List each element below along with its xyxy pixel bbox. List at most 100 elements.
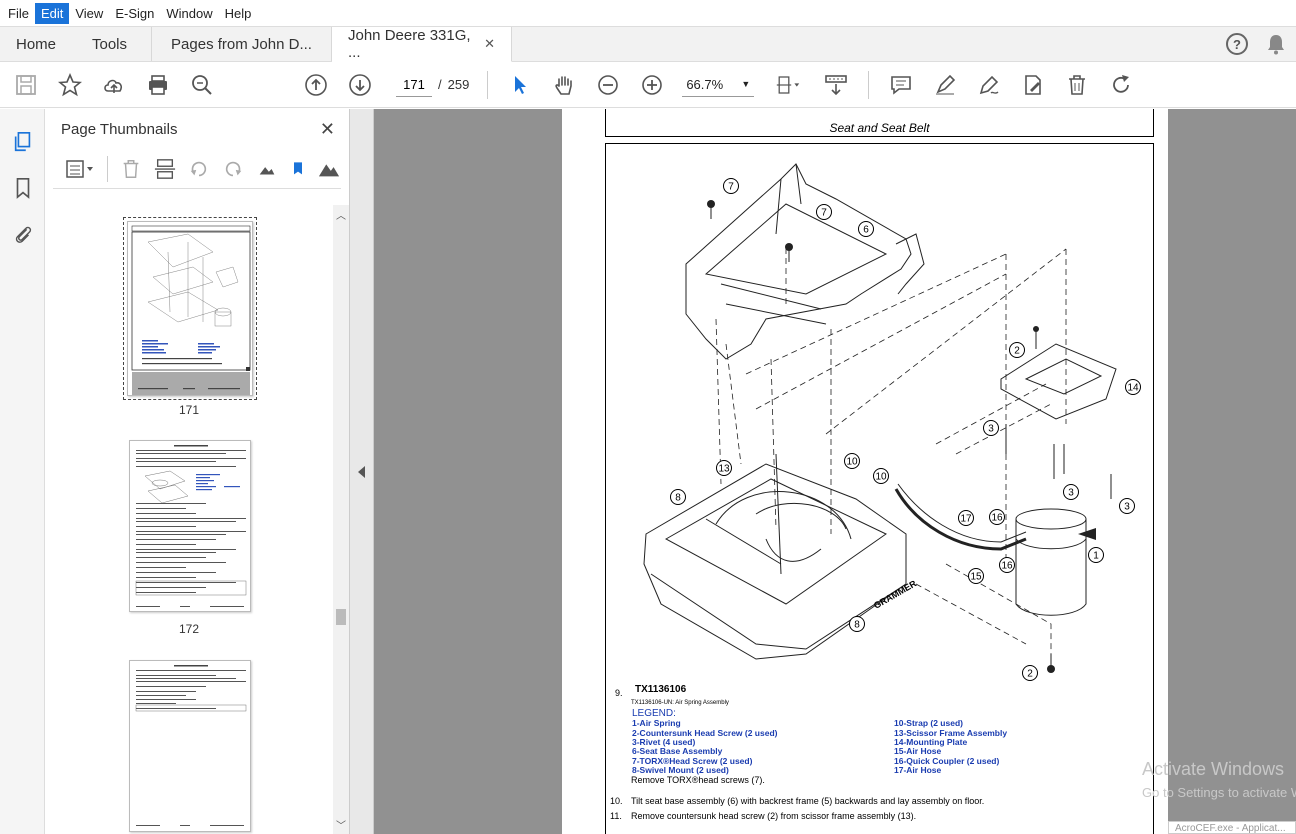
options-list-icon[interactable] [65,158,95,180]
rotate-left-icon[interactable] [188,158,210,180]
legend-item: 1-Air Spring [632,718,681,728]
thumbnail-label-171: 171 [178,403,200,417]
panel-toolbar [53,149,341,189]
redo-icon[interactable] [1103,67,1139,103]
highlight-pen-icon[interactable] [927,67,963,103]
document-view[interactable]: Seat and Seat Belt 7 7 6 2 14 3 13 10 10… [374,109,1296,834]
insert-page-icon[interactable] [154,158,176,180]
bookmark-icon[interactable] [0,165,45,211]
callout-2: 2 [1022,665,1038,681]
menu-file[interactable]: File [2,3,35,24]
scrollbar-thumb[interactable] [336,609,346,625]
svg-text:10: 10 [875,472,887,483]
menu-help[interactable]: Help [219,3,258,24]
thumbnail-page-173[interactable] [129,660,251,832]
next-page-icon[interactable] [342,67,378,103]
select-cursor-icon[interactable] [502,67,538,103]
edit-pdf-icon[interactable] [1015,67,1051,103]
bookmark-marker-icon[interactable] [290,158,306,180]
step-11-number: 11. [610,811,622,821]
zoom-out-icon[interactable] [590,67,626,103]
callout-3: 3 [1063,484,1079,500]
upload-cloud-icon[interactable] [96,67,132,103]
svg-text:14: 14 [1127,383,1139,394]
tab-tools[interactable]: Tools [76,27,152,61]
callout-17: 17 [958,510,974,526]
legend-item: 6-Seat Base Assembly [632,746,723,756]
tab-document-2-label: John Deere 331G, ... [348,27,471,61]
bell-icon[interactable] [1266,33,1286,55]
step-10-number: 10. [610,796,623,806]
callout-16: 16 [999,557,1015,573]
main-toolbar: / 259 66.7% ▼ [0,62,1296,108]
close-tab-icon[interactable]: ✕ [484,36,495,52]
attachment-icon[interactable] [0,211,45,257]
total-pages: 259 [447,77,470,92]
zoom-in-icon[interactable] [634,67,670,103]
delete-page-icon[interactable] [120,158,142,180]
svg-text:7: 7 [728,182,734,193]
activate-windows-subtext: Go to Settings to activate Windows. [1142,785,1296,800]
callout-16: 16 [989,509,1005,525]
thumbnail-page-172[interactable] [129,440,251,612]
menu-window[interactable]: Window [160,3,218,24]
page-thumbnails-panel: Page Thumbnails ✕ 171 172 ︿ ﹀ [45,109,350,834]
thumbnail-small-icon[interactable] [256,158,278,180]
air-spring-assembly-diagram: 7 7 6 2 14 3 13 10 10 8 3 3 17 16 1 15 16 8 2 GRAMMER [643,163,1141,681]
legend-item: 10-Strap (2 used) [894,718,963,728]
trash-icon[interactable] [1059,67,1095,103]
thumbnail-scrollbar[interactable]: ︿ ﹀ [333,205,349,834]
page-thumbnails-icon[interactable] [0,119,45,165]
step-10-text: Tilt seat base assembly (6) with backres… [631,796,985,806]
hand-tool-icon[interactable] [546,67,582,103]
thumbnail-large-icon[interactable] [318,158,340,180]
tab-document-2[interactable]: John Deere 331G, ... ✕ [332,27,512,62]
callout-2: 2 [1009,342,1025,358]
taskbar-hint: AcroCEF.exe - Applicat... [1168,821,1296,834]
section-header-box: Seat and Seat Belt [605,109,1154,137]
scroll-down-icon[interactable]: ﹀ [336,817,346,832]
thumbnail-list: 171 172 [45,205,333,834]
menu-esign[interactable]: E-Sign [109,3,160,24]
help-icon[interactable]: ? [1226,33,1248,55]
zoom-value: 66.7% [686,76,724,92]
svg-text:13: 13 [718,464,730,475]
sign-pen-icon[interactable] [971,67,1007,103]
callout-8: 8 [849,616,865,632]
scroll-up-icon[interactable]: ︿ [336,207,346,222]
scrolling-mode-icon[interactable] [818,67,854,103]
menu-view[interactable]: View [69,3,109,24]
panel-header: Page Thumbnails ✕ [45,109,349,149]
save-icon[interactable] [8,67,44,103]
zoom-select[interactable]: 66.7% ▼ [682,73,755,97]
collapse-arrow-icon [357,465,365,478]
step-11-text: Remove countersunk head screw (2) from s… [631,811,917,821]
svg-text:16: 16 [1001,561,1013,572]
callout-14: 14 [1125,379,1141,395]
callout-7: 7 [723,178,739,194]
tab-document-1[interactable]: Pages from John D... [152,27,332,61]
svg-text:1: 1 [1093,551,1099,562]
svg-text:16: 16 [991,513,1003,524]
tab-home[interactable]: Home [0,27,76,61]
callout-10: 10 [873,468,889,484]
svg-text:3: 3 [1124,502,1130,513]
callout-15: 15 [968,568,984,584]
panel-collapse-handle[interactable] [350,109,374,834]
zoom-search-icon[interactable] [184,67,220,103]
comment-icon[interactable] [883,67,919,103]
rotate-right-icon[interactable] [222,158,244,180]
thumbnail-label-172: 172 [178,622,200,636]
remove-screws-instruction: Remove TORX®head screws (7). [631,775,765,785]
close-panel-icon[interactable]: ✕ [320,119,335,140]
fit-page-icon[interactable] [766,67,810,103]
previous-page-icon[interactable] [298,67,334,103]
page-number-input[interactable] [396,72,432,97]
menu-edit[interactable]: Edit [34,2,70,24]
svg-text:2: 2 [1027,669,1033,680]
print-icon[interactable] [140,67,176,103]
thumbnail-page-171[interactable] [123,217,257,400]
svg-text:8: 8 [675,493,681,504]
legend-item: 8-Swivel Mount (2 used) [632,765,729,775]
star-icon[interactable] [52,67,88,103]
